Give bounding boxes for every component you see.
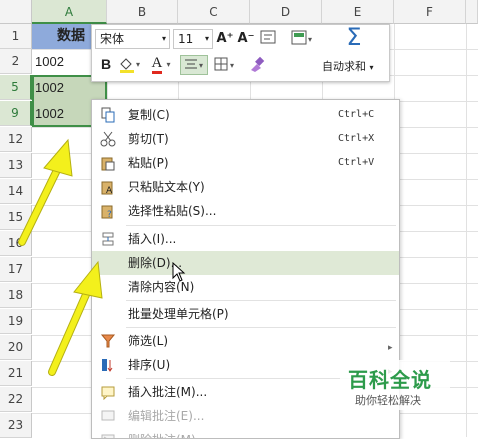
svg-text:▾: ▾ (199, 61, 203, 70)
menu-item-paste[interactable]: 粘贴(P) Ctrl+V (92, 151, 399, 175)
filter-icon (100, 333, 116, 349)
row-header-17[interactable]: 17 (0, 257, 32, 282)
row-header-2[interactable]: 2 (0, 49, 32, 74)
menu-item-label: 剪切(T) (128, 132, 169, 146)
wrap-text-button[interactable]: ▾ (290, 30, 316, 52)
svg-text:?: ? (107, 210, 112, 219)
svg-text:▾: ▾ (230, 61, 234, 70)
menu-item-copy[interactable]: 复制(C) Ctrl+C (92, 103, 399, 127)
row-header-1[interactable]: 1 (0, 24, 32, 49)
menu-item-cut[interactable]: 剪切(T) Ctrl+X (92, 127, 399, 151)
menu-item-label: 插入(I)... (128, 232, 177, 246)
menu-item-label: 编辑批注(E)... (128, 409, 205, 423)
edit-comment-icon (100, 408, 116, 424)
menu-item-label: 删除批注(M) (128, 428, 196, 438)
font-name-value: 宋体 (100, 32, 125, 46)
column-header-b[interactable]: B (107, 0, 178, 24)
watermark-subtitle: 助你轻松解决 (355, 394, 421, 407)
grow-font-button[interactable]: A⁺ (216, 30, 234, 48)
menu-item-label: 排序(U) (128, 358, 171, 372)
menu-item-label: 插入批注(M)... (128, 385, 208, 399)
row-header-15[interactable]: 15 (0, 205, 32, 230)
format-painter-icon[interactable] (247, 55, 267, 79)
chevron-down-icon: ▾ (204, 34, 209, 43)
align-center-button[interactable]: ▾ (180, 55, 208, 75)
menu-item-delete-comment[interactable]: 删除批注(M) (92, 428, 399, 438)
column-header-a[interactable]: A (32, 0, 107, 24)
menu-item-insert[interactable]: 插入(I)... (92, 227, 399, 251)
row-header-18[interactable]: 18 (0, 283, 32, 308)
delete-comment-icon (100, 432, 116, 438)
font-name-select[interactable]: 宋体 ▾ (95, 29, 170, 49)
insert-comment-icon (100, 384, 116, 401)
row-header-23[interactable]: 23 (0, 413, 32, 438)
menu-item-shortcut: Ctrl+X (338, 133, 375, 144)
menu-item-label: 复制(C) (128, 108, 170, 122)
menu-item-paste-special[interactable]: ? 选择性粘贴(S)... (92, 199, 399, 223)
cut-icon (100, 131, 116, 147)
shrink-font-button[interactable]: A⁻ (237, 30, 255, 48)
menu-item-paste-text-only[interactable]: A 只粘贴文本(Y) (92, 175, 399, 199)
copy-icon (100, 107, 116, 123)
chevron-down-icon: ▾ (369, 63, 374, 72)
column-header-f[interactable]: F (394, 0, 466, 24)
watermark-title: 百科全说 (348, 368, 432, 392)
svg-text:A: A (106, 186, 113, 195)
svg-text:▾: ▾ (136, 60, 140, 69)
clear-format-icon[interactable] (259, 30, 277, 50)
row-header-13[interactable]: 13 (0, 153, 32, 178)
svg-text:▾: ▾ (308, 35, 312, 44)
paste-special-icon: ? (100, 203, 116, 220)
menu-item-filter[interactable]: 筛选(L) ▸ (92, 329, 399, 353)
font-color-button[interactable]: A ▾ (147, 55, 175, 74)
menu-item-delete[interactable]: 删除(D)... (92, 251, 399, 275)
row-header-19[interactable]: 19 (0, 309, 32, 334)
row-header-5[interactable]: 5 (0, 75, 32, 100)
font-size-value: 11 (178, 32, 194, 46)
font-color-glyph: A (151, 55, 163, 74)
row-header-22[interactable]: 22 (0, 387, 32, 412)
chevron-down-icon: ▾ (166, 60, 171, 69)
column-header-e[interactable]: E (322, 0, 394, 24)
menu-item-shortcut: Ctrl+V (338, 157, 375, 168)
font-size-select[interactable]: 11 ▾ (173, 29, 213, 49)
paste-icon (100, 155, 116, 171)
chevron-down-icon: ▾ (161, 34, 166, 43)
row-header-21[interactable]: 21 (0, 361, 32, 386)
column-header-c[interactable]: C (178, 0, 250, 24)
bold-button[interactable]: B (97, 55, 115, 73)
menu-item-label: 批量处理单元格(P) (128, 307, 229, 321)
autosum-button[interactable]: 自动求和 ▾ (322, 58, 374, 74)
menu-item-label: 粘贴(P) (128, 156, 169, 170)
autosum-label: 自动求和 (322, 60, 366, 73)
menu-item-clear-contents[interactable]: 清除内容(N) (92, 275, 399, 299)
mouse-cursor-icon (172, 262, 186, 282)
row-header-9[interactable]: 9 (0, 101, 32, 126)
paste-text-icon: A (100, 179, 116, 196)
sort-icon (100, 357, 116, 373)
row-header-12[interactable]: 12 (0, 127, 32, 152)
autosum-sigma-icon[interactable]: Σ (342, 25, 366, 49)
select-all-corner[interactable] (0, 0, 32, 24)
menu-item-batch-process[interactable]: 批量处理单元格(P) (92, 302, 399, 326)
menu-item-label: 只粘贴文本(Y) (128, 180, 205, 194)
menu-item-shortcut: Ctrl+C (338, 109, 375, 120)
column-header-d[interactable]: D (250, 0, 322, 24)
row-header-20[interactable]: 20 (0, 335, 32, 360)
row-header-14[interactable]: 14 (0, 179, 32, 204)
borders-button[interactable]: ▾ (212, 55, 240, 79)
fill-color-button[interactable]: ▾ (117, 55, 145, 79)
column-header-g[interactable] (466, 0, 478, 24)
menu-item-label: 选择性粘贴(S)... (128, 204, 217, 218)
row-header-16[interactable]: 16 (0, 231, 32, 256)
menu-item-label: 筛选(L) (128, 334, 169, 348)
insert-icon (100, 231, 116, 247)
mini-toolbar: 宋体 ▾ 11 ▾ A⁺ A⁻ ▾ Σ 自动求和 ▾ B ▾ A ▾ ▾ ▾ (91, 24, 390, 82)
